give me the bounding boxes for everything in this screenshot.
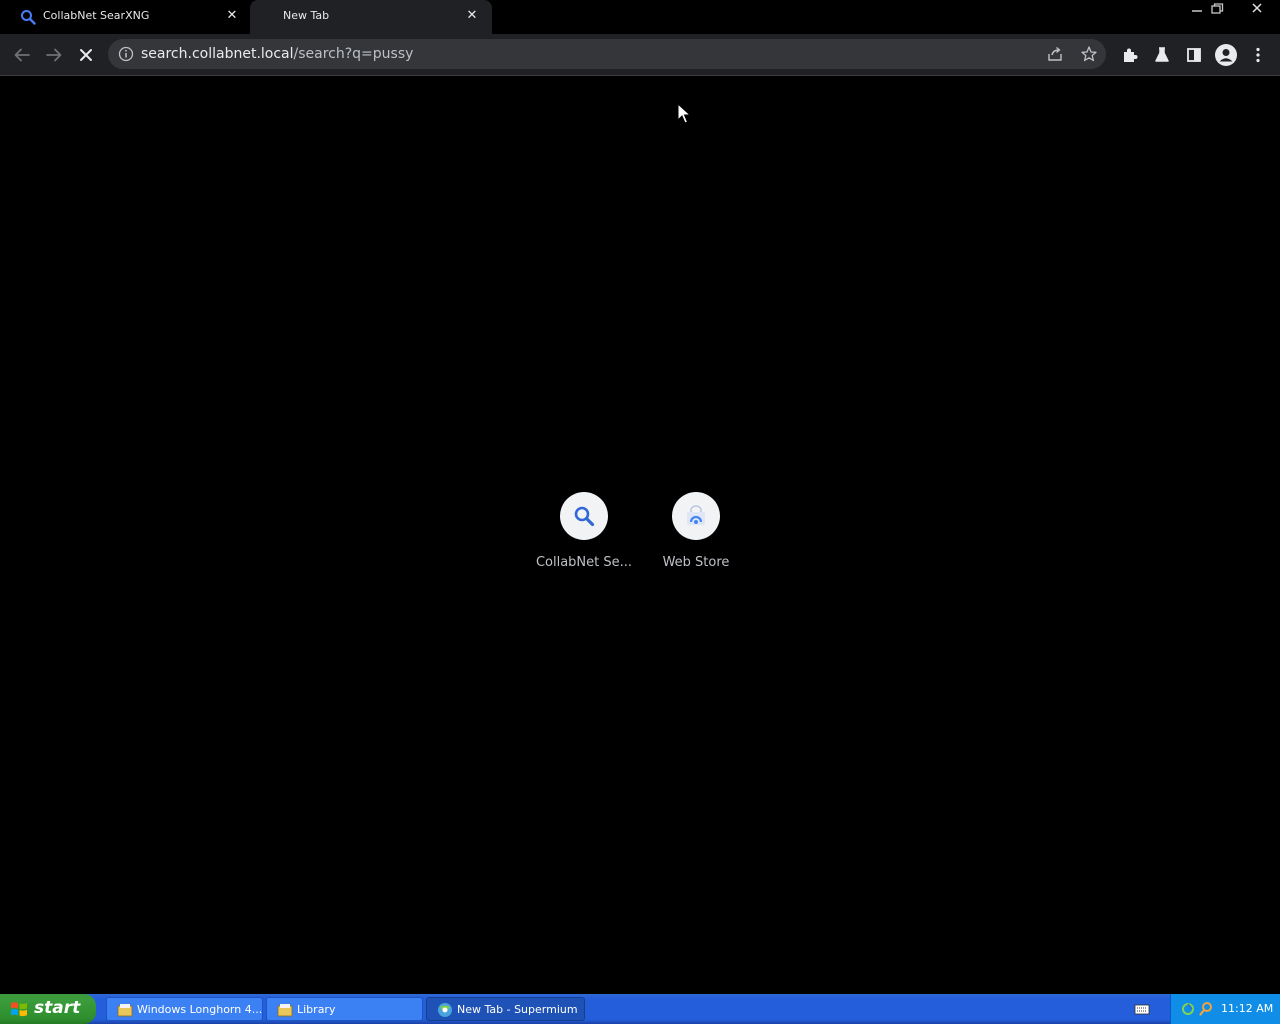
shortcut-tile: [672, 492, 720, 540]
shortcut-tile: [560, 492, 608, 540]
taskbar-button-library[interactable]: Library: [266, 997, 423, 1021]
keyboard-icon[interactable]: [1134, 1002, 1150, 1016]
mouse-pointer-icon: [677, 103, 691, 124]
restore-icon[interactable]: [1205, 0, 1229, 18]
tab-title: CollabNet SearXNG: [43, 9, 150, 22]
window-controls: [1180, 0, 1280, 18]
search-icon: [574, 506, 595, 527]
shortcut-web-store[interactable]: Web Store: [640, 492, 752, 582]
url-path: /search?q=pussy: [293, 46, 414, 62]
url-host: search.collabnet.local: [141, 46, 294, 62]
profile-avatar-icon[interactable]: [1212, 41, 1240, 69]
shortcut-collabnet-search[interactable]: CollabNet Se...: [528, 492, 640, 582]
browser-icon: [438, 1003, 452, 1017]
side-panel-icon[interactable]: [1180, 41, 1208, 69]
forward-arrow-icon[interactable]: [40, 41, 68, 69]
shortcut-label: CollabNet Se...: [535, 555, 633, 570]
kebab-menu-icon[interactable]: [1244, 41, 1272, 69]
taskbar-button-supermium[interactable]: New Tab - Supermium: [426, 997, 585, 1021]
web-store-icon: [687, 505, 705, 525]
explorer-icon: [277, 1004, 293, 1017]
desktop-screen: CollabNet SearXNG ✕ New Tab ✕ search.col…: [0, 0, 1280, 1024]
taskbar-button-windows-longhorn[interactable]: Windows Longhorn 4...: [106, 997, 263, 1021]
system-tray: 11:12 AM: [1170, 994, 1280, 1024]
taskbar-button-label: Windows Longhorn 4...: [137, 1003, 263, 1016]
windows-flag-icon: [11, 1002, 27, 1017]
extensions-puzzle-icon[interactable]: [1116, 41, 1144, 69]
taskbar-button-label: New Tab - Supermium: [457, 1003, 578, 1016]
close-icon[interactable]: ✕: [224, 8, 240, 24]
window-close-icon[interactable]: [1242, 0, 1272, 18]
explorer-icon: [117, 1004, 133, 1017]
new-tab-page: CollabNet Se... Web Store: [0, 77, 1280, 994]
close-icon[interactable]: ✕: [464, 8, 480, 24]
address-bar[interactable]: search.collabnet.local/search?q=pussy: [108, 39, 1106, 69]
info-icon[interactable]: [118, 46, 134, 62]
clock: 11:12 AM: [1221, 1002, 1274, 1015]
labs-flask-icon[interactable]: [1148, 41, 1176, 69]
search-tray-icon[interactable]: [1199, 1001, 1213, 1017]
shortcut-label: Web Store: [662, 555, 730, 570]
stop-loading-icon[interactable]: [72, 41, 100, 69]
back-arrow-icon[interactable]: [8, 41, 36, 69]
tab-new-tab[interactable]: New Tab ✕: [250, 0, 492, 34]
network-icon[interactable]: [1181, 1001, 1195, 1017]
url-text[interactable]: search.collabnet.local/search?q=pussy: [141, 46, 413, 62]
tab-strip: CollabNet SearXNG ✕ New Tab ✕: [0, 0, 1280, 34]
taskbar: start Windows Longhorn 4... Library New …: [0, 994, 1280, 1024]
start-label: start: [34, 998, 81, 1018]
taskbar-button-label: Library: [297, 1003, 336, 1016]
browser-toolbar: search.collabnet.local/search?q=pussy: [0, 34, 1280, 76]
tab-collabnet-searxng[interactable]: CollabNet SearXNG ✕: [0, 0, 248, 34]
search-icon: [21, 10, 36, 25]
bookmark-star-icon[interactable]: [1080, 45, 1098, 63]
start-button[interactable]: start: [0, 994, 96, 1024]
share-icon[interactable]: [1046, 45, 1064, 63]
tab-title: New Tab: [283, 9, 330, 22]
